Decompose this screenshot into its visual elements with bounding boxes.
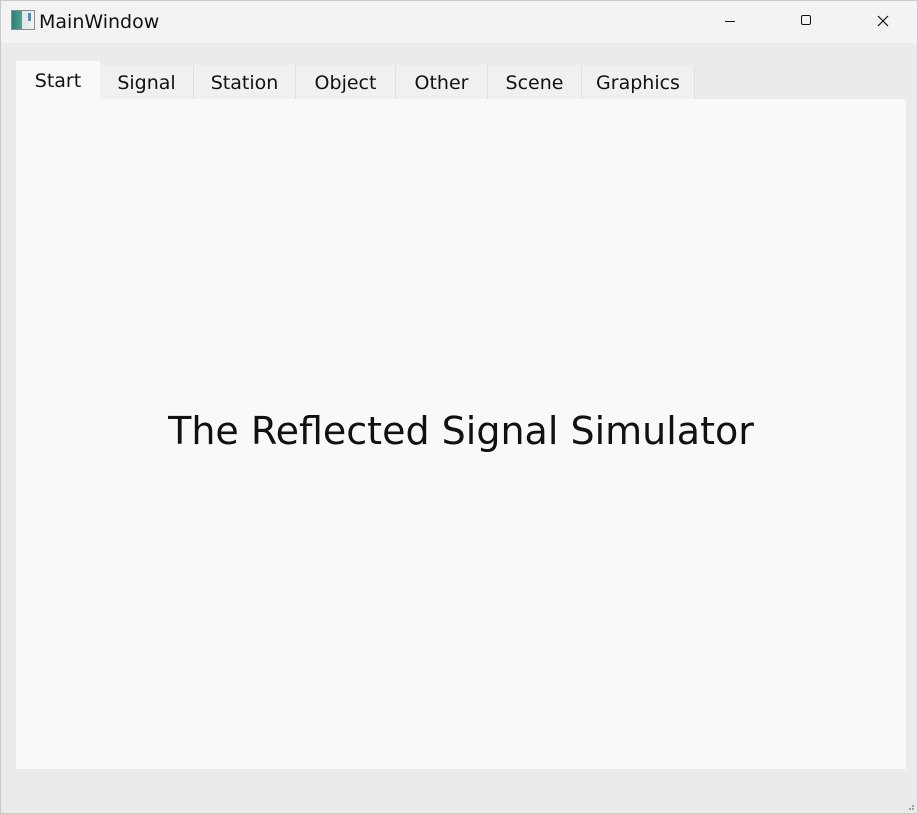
tab-content-start: The Reflected Signal Simulator	[16, 99, 906, 769]
tab-signal[interactable]: Signal	[100, 65, 194, 99]
tab-graphics[interactable]: Graphics	[582, 65, 695, 99]
window-title: MainWindow	[39, 11, 160, 33]
close-icon	[877, 15, 889, 27]
resize-grip-icon[interactable]	[905, 801, 915, 811]
title-bar[interactable]: MainWindow	[1, 1, 917, 43]
tab-other[interactable]: Other	[396, 65, 488, 99]
tab-scene[interactable]: Scene	[488, 65, 582, 99]
minimize-button[interactable]	[695, 1, 765, 41]
tab-station[interactable]: Station	[194, 65, 296, 99]
close-button[interactable]	[847, 1, 917, 41]
main-window: MainWindow Start Signal Station Object O…	[0, 0, 918, 814]
tab-start[interactable]: Start	[16, 61, 100, 100]
tab-bar: Start Signal Station Object Other Scene …	[16, 61, 906, 100]
app-heading: The Reflected Signal Simulator	[168, 409, 754, 453]
app-window-icon[interactable]	[11, 10, 35, 30]
tab-object[interactable]: Object	[296, 65, 396, 99]
maximize-button[interactable]	[771, 1, 841, 41]
